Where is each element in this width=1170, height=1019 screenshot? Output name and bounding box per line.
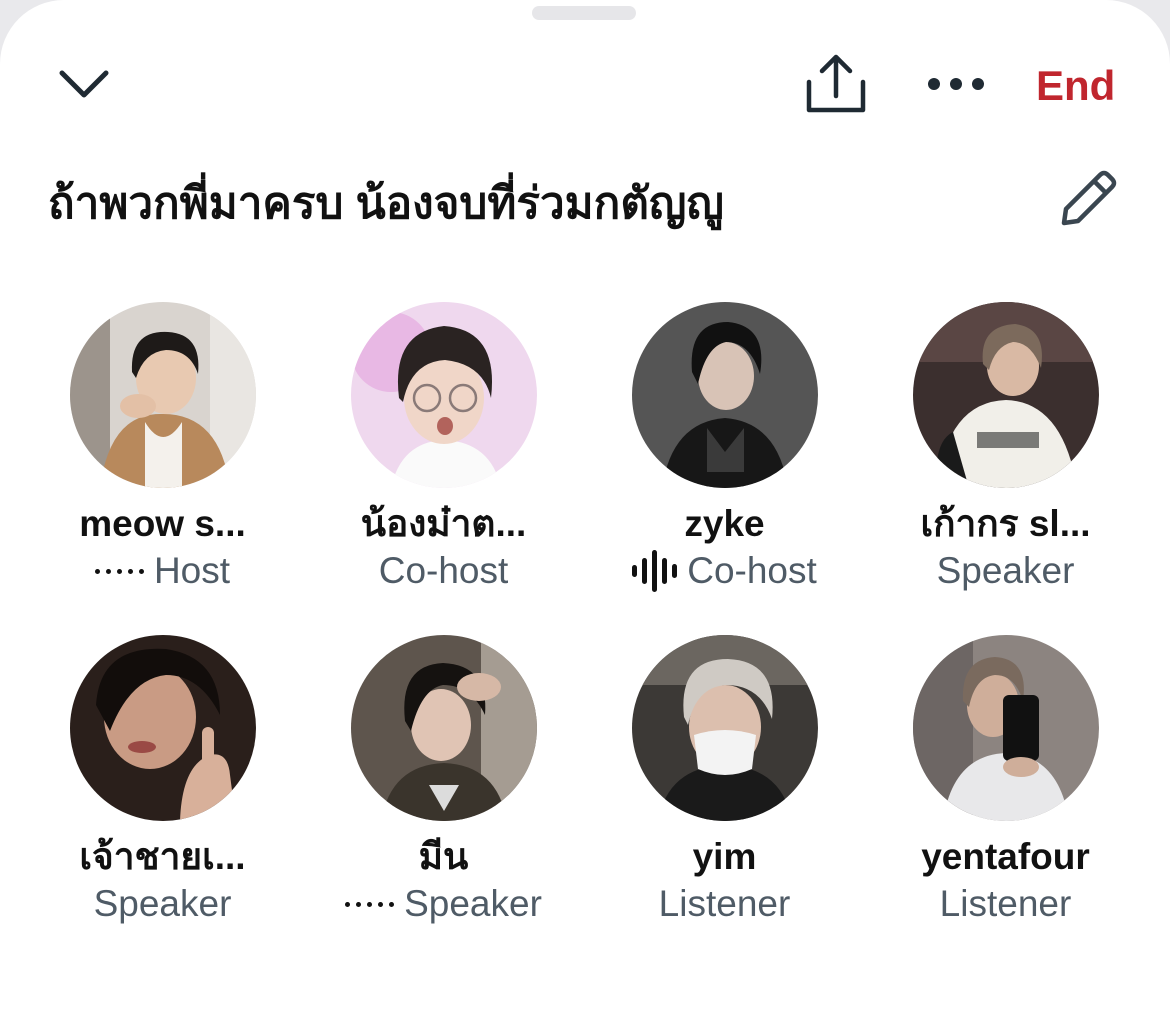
- listening-dots-icon: [345, 901, 395, 907]
- participant-name: yentafour: [921, 836, 1090, 877]
- avatar[interactable]: [350, 302, 537, 488]
- participant-card[interactable]: yim Listener: [584, 635, 865, 927]
- participant-role: Listener: [939, 883, 1072, 924]
- participant-role: Host: [153, 550, 231, 591]
- participant-card[interactable]: meow s... Host: [22, 302, 303, 594]
- more-horizontal-icon[interactable]: [920, 62, 992, 106]
- avatar[interactable]: [69, 635, 256, 821]
- participant-name: meow s...: [79, 503, 246, 544]
- share-upload-icon[interactable]: [800, 50, 872, 118]
- participant-card[interactable]: yentafour Listener: [865, 635, 1146, 927]
- participant-role-row: Speaker: [345, 881, 542, 927]
- participant-name: zyke: [684, 503, 765, 544]
- avatar[interactable]: [912, 635, 1099, 821]
- avatar[interactable]: [69, 302, 256, 488]
- participant-role-row: Speaker: [937, 548, 1075, 594]
- participant-role-row: Speaker: [94, 881, 232, 927]
- participant-role: Listener: [658, 883, 791, 924]
- avatar[interactable]: [631, 635, 818, 821]
- speaking-waveform-icon: [632, 550, 678, 592]
- participant-role: Speaker: [93, 883, 232, 924]
- avatar[interactable]: [631, 302, 818, 488]
- participant-role: Co-host: [378, 550, 509, 591]
- space-title: ถ้าพวกพี่มาครบ น้องจบที่ร่วมกตัญญู: [48, 179, 724, 228]
- participant-card[interactable]: เก้ากร sl... Speaker: [865, 302, 1146, 594]
- chevron-down-icon[interactable]: [52, 58, 116, 112]
- pencil-icon[interactable]: [1052, 164, 1124, 232]
- participant-card[interactable]: มีน Speaker: [303, 635, 584, 927]
- participant-name: มีน: [418, 836, 469, 877]
- space-sheet: End ถ้าพวกพี่มาครบ น้องจบที่ร่วมกตัญญู m…: [0, 0, 1170, 1019]
- participant-card[interactable]: zyke Co-host: [584, 302, 865, 594]
- participant-role: Speaker: [404, 883, 542, 924]
- participant-role-row: Host: [94, 548, 231, 594]
- participant-name: เก้ากร sl...: [920, 503, 1091, 544]
- listening-dots-icon: [94, 568, 144, 574]
- participant-role-row: Listener: [659, 881, 791, 927]
- avatar[interactable]: [912, 302, 1099, 488]
- participant-name: yim: [692, 836, 757, 877]
- avatar[interactable]: [350, 635, 537, 821]
- participant-name: เจ้าชายเ...: [79, 836, 246, 877]
- participant-card[interactable]: น้องม๋าต... Co-host: [303, 302, 584, 594]
- participant-role-row: Listener: [940, 881, 1072, 927]
- sheet-grabber[interactable]: [532, 6, 636, 20]
- participant-role-row: Co-host: [632, 548, 817, 594]
- participant-card[interactable]: เจ้าชายเ... Speaker: [22, 635, 303, 927]
- participant-name: น้องม๋าต...: [360, 503, 527, 544]
- participant-role: Co-host: [687, 550, 817, 591]
- participant-role-row: Co-host: [379, 548, 509, 594]
- participant-role: Speaker: [936, 550, 1075, 591]
- end-space-button[interactable]: End: [1036, 60, 1115, 112]
